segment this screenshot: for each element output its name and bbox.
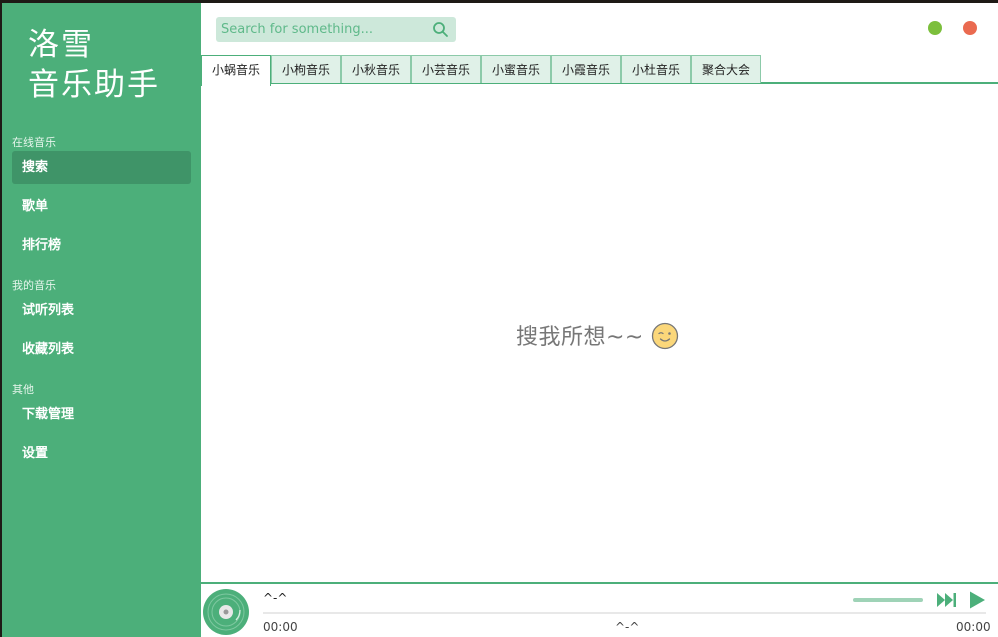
sidebar-item-settings[interactable]: 设置 (12, 437, 191, 470)
tab-source-7[interactable]: 小杜音乐 (621, 55, 691, 83)
search-icon[interactable] (432, 21, 449, 38)
empty-state-message: 搜我所想~~ (516, 325, 644, 350)
sidebar-item-favorites[interactable]: 收藏列表 (12, 333, 191, 366)
sidebar-item-playlists[interactable]: 歌单 (12, 190, 191, 223)
search-box (216, 17, 456, 42)
top-bar (201, 3, 998, 55)
logo-line-1: 洛雪 (28, 27, 94, 63)
song-title: ^-^ (263, 591, 288, 605)
search-results-area: 搜我所想~~ (201, 84, 998, 582)
logo-line-2: 音乐助手 (28, 67, 160, 103)
wink-face-icon (651, 322, 679, 350)
volume-slider[interactable] (853, 598, 923, 602)
app-logo: 洛雪 音乐助手 (28, 25, 188, 105)
tab-source-5[interactable]: 小蜜音乐 (481, 55, 551, 83)
tab-source-2[interactable]: 小枸音乐 (271, 55, 341, 83)
close-button[interactable] (963, 21, 977, 35)
sidebar: 洛雪 音乐助手 在线音乐 搜索 歌单 排行榜 我的音乐 试听列表 收藏列表 其他… (2, 3, 201, 637)
section-title-online: 在线音乐 (12, 136, 56, 149)
disc-icon[interactable] (202, 588, 250, 636)
sidebar-item-search[interactable]: 搜索 (12, 151, 191, 184)
player-status: ^-^ (615, 620, 640, 634)
tab-source-4[interactable]: 小芸音乐 (411, 55, 481, 83)
total-time: 00:00 (956, 620, 991, 634)
sidebar-item-charts[interactable]: 排行榜 (12, 229, 191, 262)
sidebar-item-downloads[interactable]: 下载管理 (12, 398, 191, 431)
source-tabs: 小蜗音乐 小枸音乐 小秋音乐 小芸音乐 小蜜音乐 小霞音乐 小杜音乐 聚合大会 (201, 54, 998, 86)
sidebar-item-listen-list[interactable]: 试听列表 (12, 294, 191, 327)
tab-source-1[interactable]: 小蜗音乐 (201, 55, 271, 86)
next-track-icon[interactable] (936, 591, 958, 609)
tab-source-3[interactable]: 小秋音乐 (341, 55, 411, 83)
play-icon[interactable] (967, 590, 987, 610)
section-title-other: 其他 (12, 383, 34, 396)
main-panel: 小蜗音乐 小枸音乐 小秋音乐 小芸音乐 小蜜音乐 小霞音乐 小杜音乐 聚合大会 … (201, 3, 998, 637)
progress-bar[interactable] (263, 612, 986, 614)
tab-source-6[interactable]: 小霞音乐 (551, 55, 621, 83)
player-bar: ^-^ 00:00 ^-^ 00:00 (201, 582, 998, 637)
minimize-button[interactable] (928, 21, 942, 35)
app-window: 洛雪 音乐助手 在线音乐 搜索 歌单 排行榜 我的音乐 试听列表 收藏列表 其他… (2, 3, 998, 637)
current-time: 00:00 (263, 620, 298, 634)
section-title-my-music: 我的音乐 (12, 279, 56, 292)
tab-aggregate[interactable]: 聚合大会 (691, 55, 761, 83)
search-input[interactable] (221, 17, 426, 42)
